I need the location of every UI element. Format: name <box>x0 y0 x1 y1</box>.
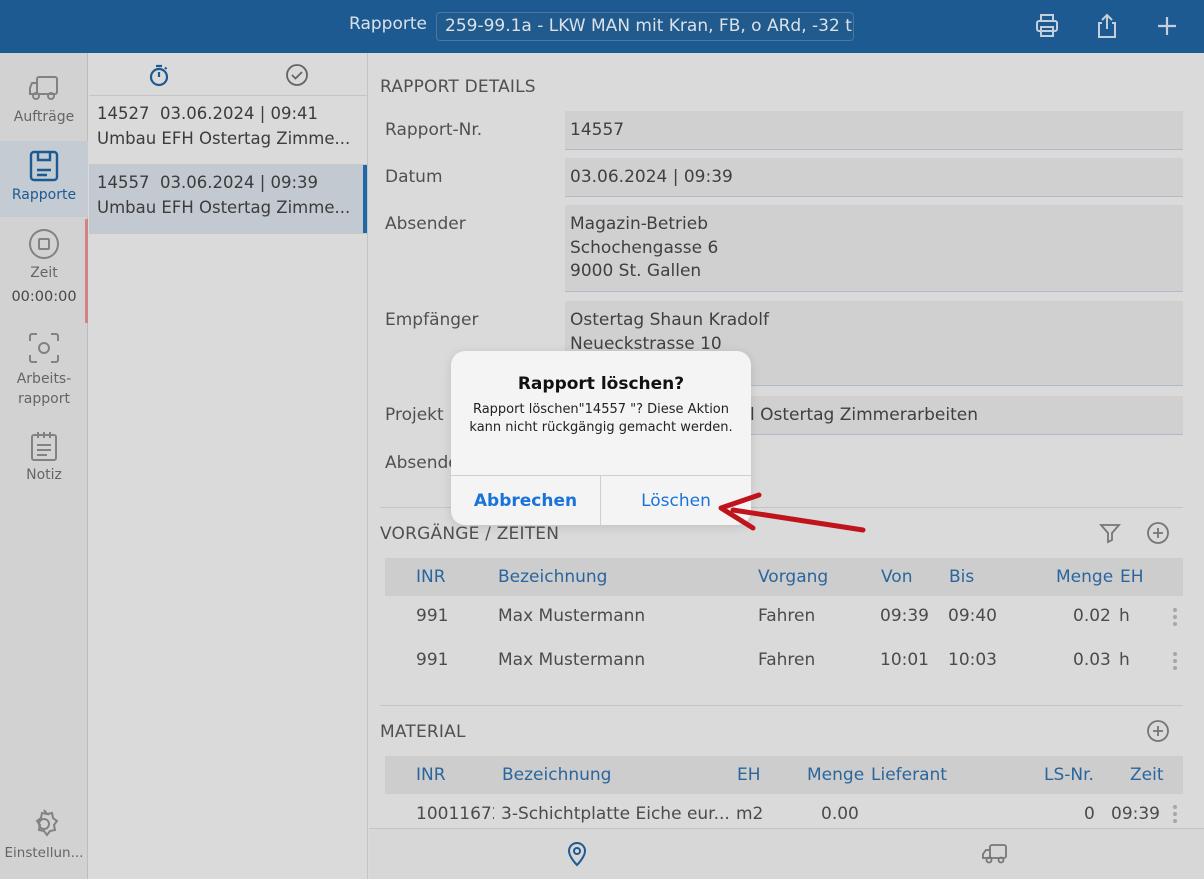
delete-dialog: Rapport löschen? Rapport löschen"14557 "… <box>451 351 751 525</box>
dialog-message: Rapport löschen"14557 "? Diese Aktion ka… <box>469 402 733 435</box>
dialog-buttons: Abbrechen Löschen <box>451 475 751 525</box>
annotation-arrow-icon <box>718 492 866 533</box>
dialog-title: Rapport löschen? <box>517 374 685 394</box>
cancel-button[interactable]: Abbrechen <box>451 476 601 525</box>
